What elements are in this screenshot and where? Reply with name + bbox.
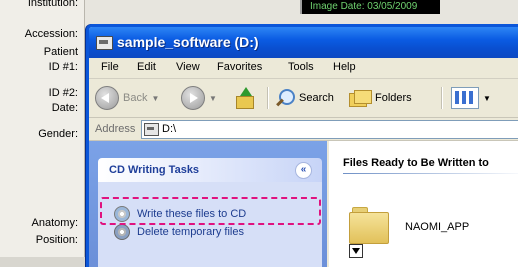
institution-label: Institution: bbox=[27, 0, 78, 9]
heading-divider bbox=[343, 173, 518, 174]
views-button[interactable]: ▼ bbox=[451, 85, 491, 111]
patient-label: Patient bbox=[43, 46, 78, 58]
drive-icon bbox=[96, 36, 113, 50]
menu-file[interactable]: File bbox=[101, 61, 119, 73]
menu-help[interactable]: Help bbox=[333, 61, 356, 73]
window-title: sample_software (D:) bbox=[117, 34, 259, 50]
search-label: Search bbox=[299, 92, 334, 104]
folders-icon bbox=[349, 88, 372, 108]
folder-icon bbox=[349, 207, 389, 244]
image-date-display: Image Date: 03/05/2009 bbox=[300, 0, 440, 14]
cd-writing-tasks-title: CD Writing Tasks bbox=[109, 164, 200, 176]
toolbar-separator bbox=[441, 87, 443, 109]
forward-arrow-icon bbox=[181, 86, 205, 110]
folders-button[interactable]: Folders bbox=[349, 85, 412, 111]
menu-view[interactable]: View bbox=[176, 61, 200, 73]
files-ready-heading: Files Ready to Be Written to bbox=[343, 157, 489, 169]
address-bar: Address D:\ bbox=[89, 118, 518, 141]
patient-info-labels: Institution: Accession: Patient ID #1: I… bbox=[0, 0, 85, 257]
menu-bar: File Edit View Favorites Tools Help bbox=[89, 58, 518, 79]
files-pane: Files Ready to Be Written to NAOMI_APP bbox=[329, 141, 518, 267]
delete-temporary-files-link[interactable]: Delete temporary files bbox=[114, 224, 244, 240]
search-icon bbox=[275, 88, 295, 108]
back-label: Back bbox=[123, 92, 148, 104]
back-dropdown-icon[interactable]: ▼ bbox=[151, 94, 159, 103]
address-value: D:\ bbox=[162, 123, 177, 135]
up-folder-icon bbox=[235, 87, 255, 109]
address-input[interactable]: D:\ bbox=[141, 120, 518, 139]
address-label: Address bbox=[95, 123, 136, 135]
views-dropdown-icon[interactable]: ▼ bbox=[483, 94, 491, 103]
gender-label: Gender: bbox=[38, 128, 78, 140]
forward-button[interactable]: ▼ bbox=[181, 85, 217, 111]
toolbar: Back ▼ ▼ Search Folders ▼ bbox=[89, 79, 518, 118]
task-pane: CD Writing Tasks « Write these files to … bbox=[89, 141, 327, 267]
back-arrow-icon bbox=[95, 86, 119, 110]
explorer-window: sample_software (D:) File Edit View Favo… bbox=[86, 24, 518, 267]
menu-tools[interactable]: Tools bbox=[288, 61, 314, 73]
id1-label: ID #1: bbox=[48, 61, 78, 73]
views-icon bbox=[451, 87, 479, 109]
up-folder-button[interactable] bbox=[235, 85, 255, 111]
delete-cd-icon bbox=[114, 224, 130, 240]
menu-edit[interactable]: Edit bbox=[137, 61, 156, 73]
highlight-box bbox=[100, 197, 321, 225]
cd-writing-tasks-header[interactable]: CD Writing Tasks « bbox=[98, 158, 322, 182]
file-item-label: NAOMI_APP bbox=[405, 221, 470, 233]
forward-dropdown-icon[interactable]: ▼ bbox=[209, 94, 217, 103]
file-item[interactable]: NAOMI_APP bbox=[349, 199, 518, 259]
back-button[interactable]: Back ▼ bbox=[95, 85, 159, 111]
toolbar-separator bbox=[267, 87, 269, 109]
date-label: Date: bbox=[51, 102, 78, 114]
menu-favorites[interactable]: Favorites bbox=[217, 61, 262, 73]
folders-label: Folders bbox=[375, 92, 412, 104]
drive-icon bbox=[144, 123, 159, 136]
search-button[interactable]: Search bbox=[275, 85, 334, 111]
position-label: Position: bbox=[35, 234, 78, 246]
collapse-chevron-icon[interactable]: « bbox=[295, 162, 312, 179]
anatomy-label: Anatomy: bbox=[31, 217, 78, 229]
accession-label: Accession: bbox=[24, 28, 78, 40]
id2-label: ID #2: bbox=[48, 87, 78, 99]
delete-temporary-files-label: Delete temporary files bbox=[137, 226, 244, 238]
burn-pending-icon bbox=[349, 244, 363, 258]
title-bar[interactable]: sample_software (D:) bbox=[89, 27, 518, 58]
